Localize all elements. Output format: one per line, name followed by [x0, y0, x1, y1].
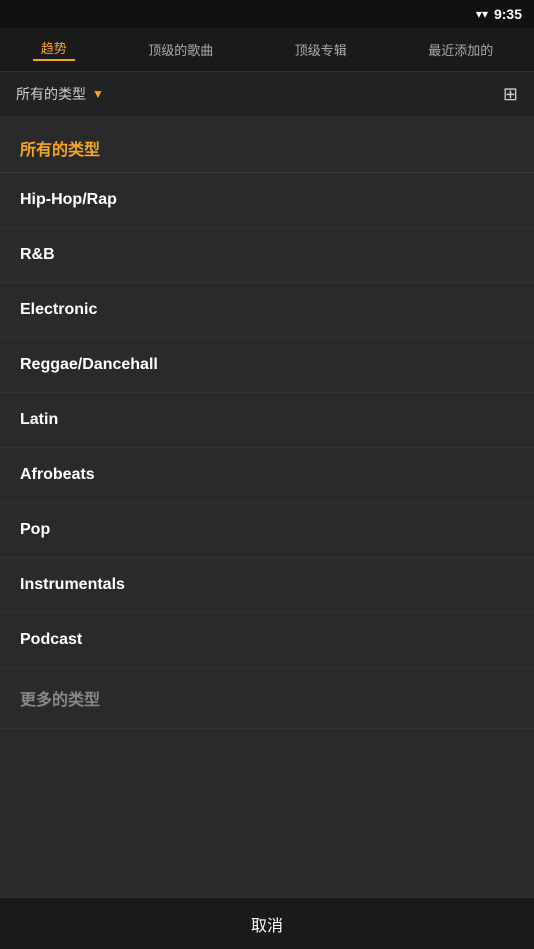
genre-item-hip-hop[interactable]: Hip-Hop/Rap [0, 173, 534, 228]
genre-item-latin[interactable]: Latin [0, 393, 534, 448]
nav-tab-recently-added[interactable]: 最近添加的 [420, 40, 501, 59]
wifi-icon: ▾▾ [476, 7, 488, 21]
dropdown-header: 所有的类型 [0, 116, 534, 173]
genre-item-rnb[interactable]: R&B [0, 228, 534, 283]
genre-item-afrobeats[interactable]: Afrobeats [0, 448, 534, 503]
cancel-label: 取消 [251, 912, 283, 936]
genre-item-pop[interactable]: Pop [0, 503, 534, 558]
genre-dropdown-overlay: 所有的类型 Hip-Hop/Rap R&B Electronic Reggae/… [0, 116, 534, 949]
filter-label: 所有的类型 [16, 84, 86, 104]
status-bar: ▾▾ 9:35 [0, 0, 534, 28]
filter-dropdown-trigger[interactable]: 所有的类型 ▼ [16, 84, 104, 104]
nav-tab-top-songs[interactable]: 顶级的歌曲 [140, 40, 221, 59]
top-navigation: 趋势 顶级的歌曲 顶级专辑 最近添加的 [0, 28, 534, 72]
status-time: 9:35 [494, 6, 522, 22]
genre-item-electronic[interactable]: Electronic [0, 283, 534, 338]
cancel-button[interactable]: 取消 [0, 897, 534, 949]
grid-view-icon[interactable]: ⊞ [503, 84, 518, 105]
filter-arrow-icon: ▼ [92, 87, 104, 101]
nav-tab-top-albums[interactable]: 顶级专辑 [287, 40, 355, 59]
genre-item-more[interactable]: 更多的类型 [0, 668, 534, 729]
genre-item-podcast[interactable]: Podcast [0, 613, 534, 668]
nav-tab-trends[interactable]: 趋势 [33, 38, 75, 61]
filter-bar: 所有的类型 ▼ ⊞ [0, 72, 534, 116]
genre-item-reggae[interactable]: Reggae/Dancehall [0, 338, 534, 393]
genre-item-instrumentals[interactable]: Instrumentals [0, 558, 534, 613]
